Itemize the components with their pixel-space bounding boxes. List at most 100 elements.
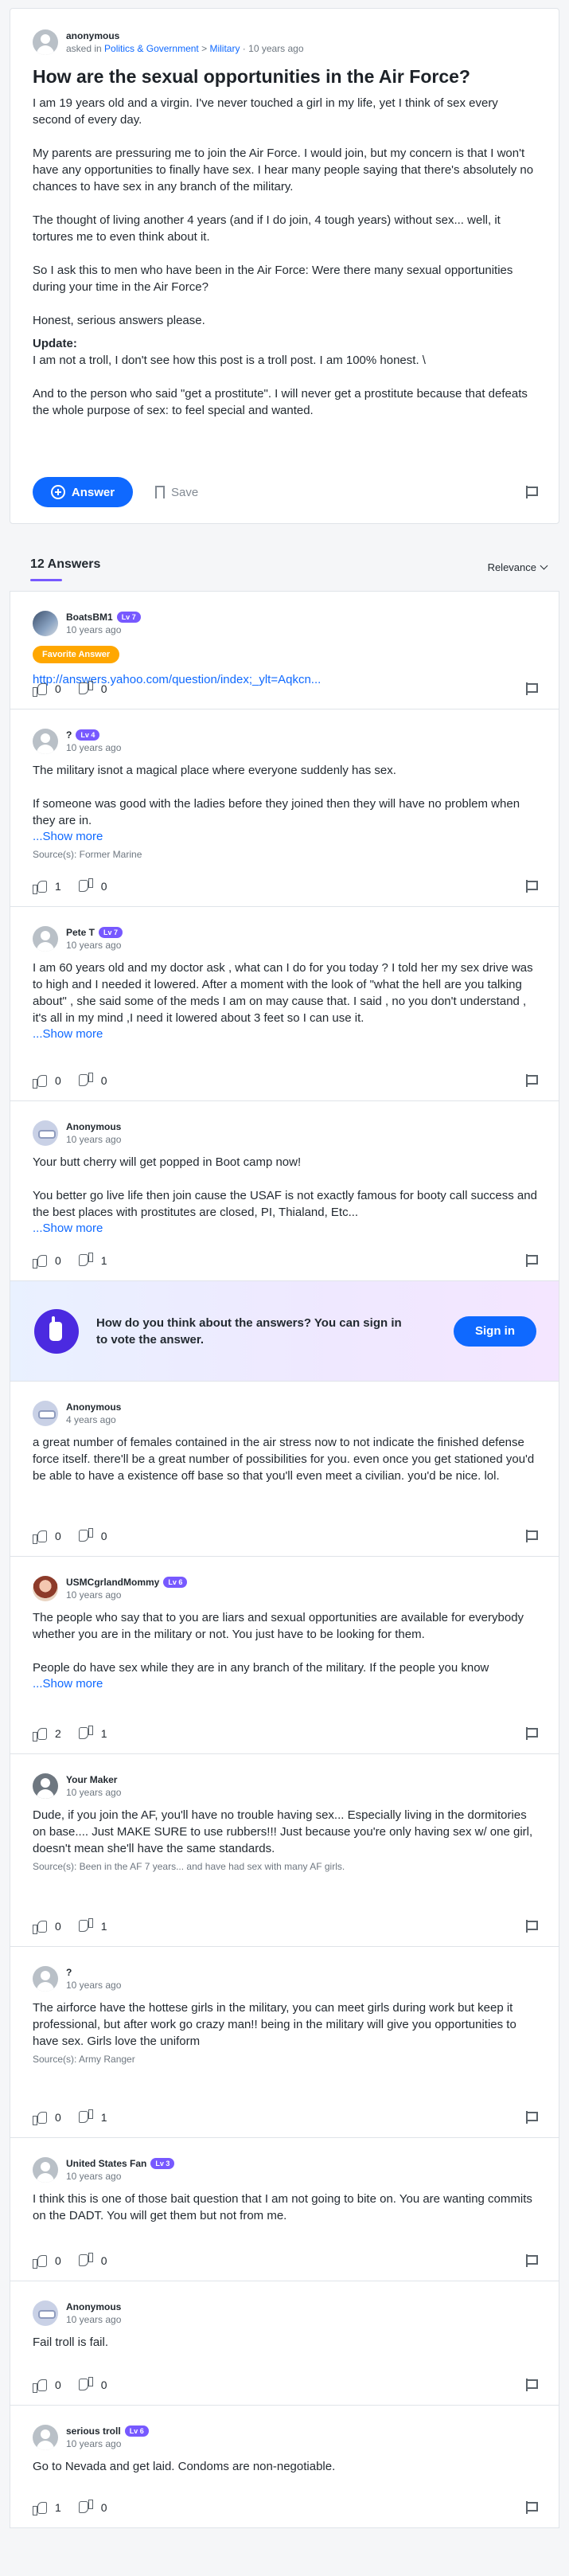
answer-author[interactable]: United States Fan [66,2157,146,2170]
thumbs-down-button[interactable]: 0 [79,2378,107,2392]
sign-in-button[interactable]: Sign in [454,1315,536,1347]
avatar[interactable] [33,2425,58,2450]
flag-icon[interactable] [525,1254,538,1267]
update-paragraph: I am not a troll, I don't see how this p… [33,354,426,367]
thumbs-down-icon [79,1529,93,1543]
answer-paragraph: If someone was good with the ladies befo… [33,797,520,827]
show-more-link[interactable]: ...Show more [33,1676,538,1692]
answer-paragraph: I am 60 years old and my doctor ask , wh… [33,961,533,1025]
show-more-link[interactable]: ...Show more [33,1026,538,1042]
avatar[interactable] [33,2300,58,2326]
answer-author[interactable]: ? [66,1966,72,1979]
thumbs-down-button[interactable]: 1 [79,1919,107,1933]
downvote-count: 0 [100,682,107,695]
answer-time: 10 years ago [66,1134,122,1145]
upvote-count: 1 [55,880,61,893]
question-card: anonymous asked in Politics & Government… [10,8,559,524]
thumbs-up-icon [33,1529,47,1544]
signin-banner: How do you think about the answers? You … [10,1281,559,1382]
thumbs-up-button[interactable]: 2 [33,1726,61,1741]
answer-author[interactable]: BoatsBM1 [66,611,113,623]
flag-icon[interactable] [525,486,538,498]
answer-item: Anonymous 10 years ago Your butt cherry … [10,1101,559,1281]
thumbs-up-button[interactable]: 0 [33,2254,61,2269]
answer-author[interactable]: ? [66,729,72,741]
answer-author[interactable]: Your Maker [66,1773,117,1786]
upvote-count: 0 [55,682,61,695]
upvote-count: 0 [55,2111,61,2124]
question-author[interactable]: anonymous [66,29,304,42]
thumbs-up-button[interactable]: 0 [33,1529,61,1544]
sort-dropdown[interactable]: Relevance [488,561,548,573]
level-badge: Lv 6 [163,1577,188,1588]
avatar[interactable] [33,1576,58,1601]
thumbs-up-button[interactable]: 0 [33,2110,61,2125]
answer-paragraph: Fail troll is fail. [33,2336,109,2349]
thumbs-down-button[interactable]: 0 [79,879,107,893]
avatar[interactable] [33,2157,58,2183]
flag-icon[interactable] [525,2379,538,2391]
question-paragraph: So I ask this to men who have been in th… [33,264,513,294]
downvote-count: 1 [100,2111,107,2124]
answer-author[interactable]: Pete T [66,926,95,939]
answer-paragraph: Dude, if you join the AF, you'll have no… [33,1808,533,1855]
answer-time: 10 years ago [66,2438,122,2449]
avatar[interactable] [33,1120,58,1146]
thumbs-down-button[interactable]: 0 [79,2254,107,2268]
answer-time: 10 years ago [66,1980,122,1991]
thumbs-down-button[interactable]: 1 [79,2110,107,2125]
answer-author[interactable]: Anonymous [66,2300,121,2313]
flag-icon[interactable] [525,2111,538,2124]
thumbs-up-button[interactable]: 0 [33,1253,61,1268]
answer-button[interactable]: Answer [33,477,133,507]
thumbs-down-button[interactable]: 1 [79,1726,107,1741]
thumbs-down-button[interactable]: 1 [79,1253,107,1268]
avatar[interactable] [33,29,58,55]
thumbs-up-button[interactable]: 1 [33,2500,61,2515]
category-link[interactable]: Politics & Government [104,43,199,54]
avatar[interactable] [33,1966,58,1992]
level-badge: Lv 7 [99,927,123,938]
thumbs-down-icon [79,1253,93,1268]
answer-paragraph: The people who say that to you are liars… [33,1611,524,1641]
answer-time: 10 years ago [66,2171,122,2182]
thumbs-up-icon [33,2110,47,2125]
answer-author[interactable]: Anonymous [66,1401,121,1413]
avatar[interactable] [33,926,58,952]
show-more-link[interactable]: ...Show more [33,829,538,845]
thumbs-up-button[interactable]: 0 [33,682,61,697]
subcategory-link[interactable]: Military [209,43,240,54]
answer-item: Anonymous 10 years ago Fail troll is fai… [10,2281,559,2406]
flag-icon[interactable] [525,682,538,695]
answer-author[interactable]: USMCgrlandMommy [66,1576,159,1589]
thumbs-down-button[interactable]: 0 [79,2500,107,2515]
avatar[interactable] [33,1401,58,1426]
thumbs-down-icon [79,1919,93,1933]
avatar[interactable] [33,729,58,754]
flag-icon[interactable] [525,1530,538,1542]
answer-author[interactable]: Anonymous [66,1120,121,1133]
flag-icon[interactable] [525,2254,538,2267]
avatar[interactable] [33,611,58,636]
flag-icon[interactable] [525,880,538,893]
upvote-count: 0 [55,2379,61,2391]
flag-icon[interactable] [525,2501,538,2514]
thumbs-up-button[interactable]: 0 [33,1073,61,1089]
flag-icon[interactable] [525,1920,538,1933]
thumbs-up-icon [33,1919,47,1934]
answer-author[interactable]: serious troll [66,2425,121,2437]
thumbs-up-button[interactable]: 0 [33,1919,61,1934]
show-more-link[interactable]: ...Show more [33,1221,538,1237]
thumbs-up-button[interactable]: 1 [33,879,61,894]
thumbs-up-button[interactable]: 0 [33,2378,61,2393]
save-button[interactable]: Save [155,486,198,502]
flag-icon[interactable] [525,1074,538,1087]
thumbs-down-button[interactable]: 0 [79,1073,107,1088]
avatar[interactable] [33,1773,58,1799]
answer-paragraph: The airforce have the hottese girls in t… [33,2001,516,2048]
thumbs-down-button[interactable]: 0 [79,682,107,696]
thumbs-down-button[interactable]: 0 [79,1529,107,1543]
flag-icon[interactable] [525,1727,538,1740]
question-body: I am 19 years old and a virgin. I've nev… [33,95,538,419]
downvote-count: 1 [100,1920,107,1933]
